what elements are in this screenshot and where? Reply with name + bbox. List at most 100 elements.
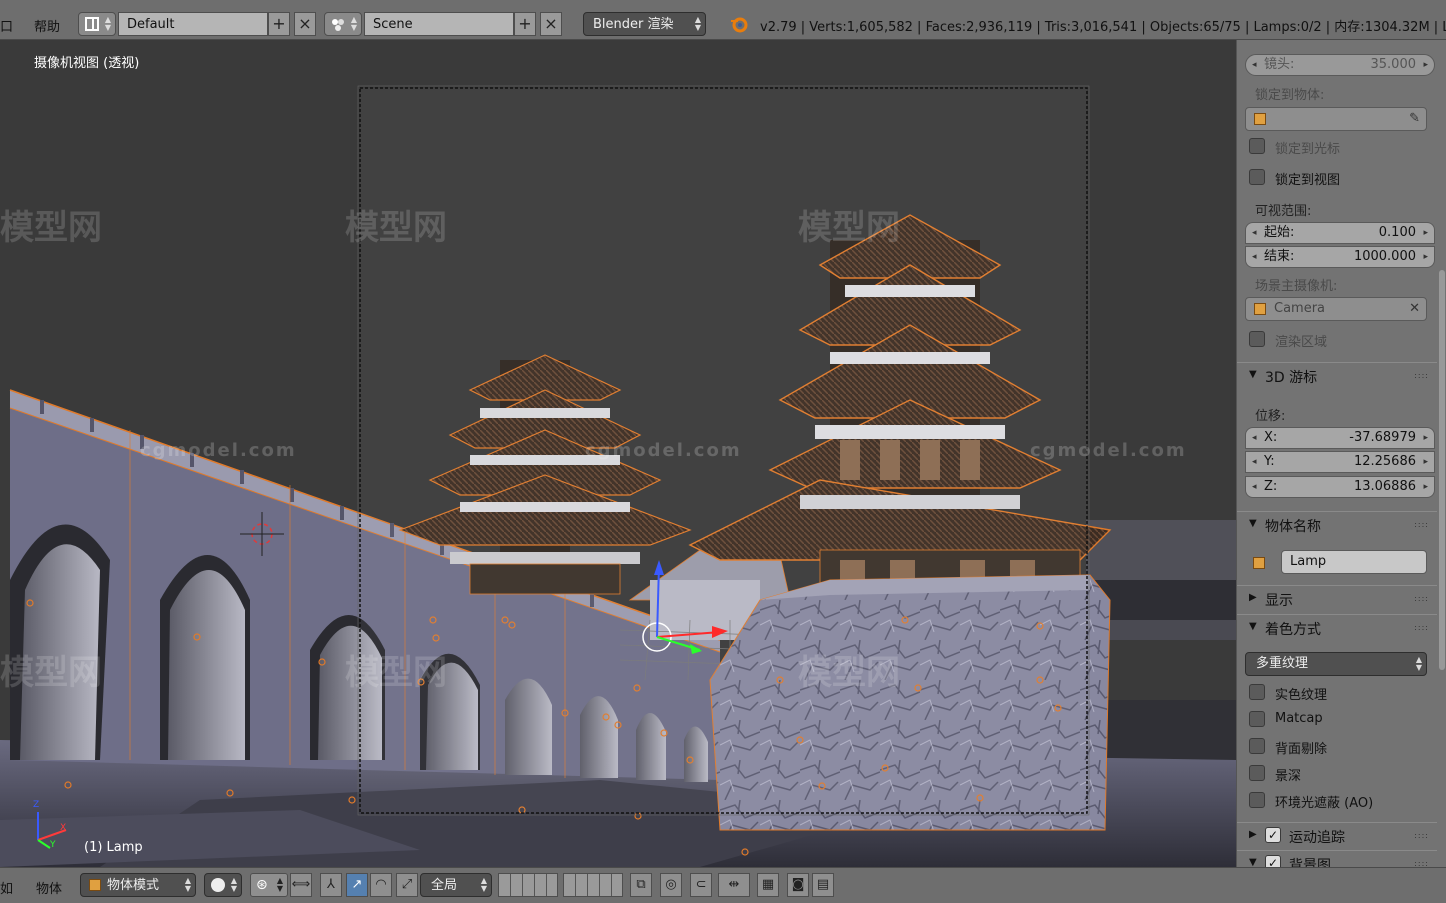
layers-group-2[interactable] [563, 873, 623, 897]
dof-label: 景深 [1275, 769, 1302, 784]
scene-statistics: v2.79 | Verts:1,605,582 | Faces:2,936,11… [760, 20, 1446, 35]
section-background-images[interactable]: ▼ ✓ 背景图 :::: [1237, 850, 1437, 867]
add-scene-icon[interactable]: + [514, 12, 536, 36]
scene-camera-label: 场景主摄像机: [1255, 279, 1338, 294]
watermark-url: cgmodel.com [585, 440, 742, 461]
render-engine-dropdown[interactable]: Blender 渲染 ▲ ▼ [583, 12, 706, 36]
location-label: 位移: [1255, 409, 1286, 424]
menu-view[interactable]: 如 [0, 878, 13, 897]
panel-scrollbar[interactable] [1439, 270, 1445, 670]
lock-object-field[interactable]: ✎ [1245, 107, 1427, 131]
snap-element-icon[interactable]: ⇹ [718, 873, 750, 897]
solid-texture-checkbox[interactable] [1249, 684, 1265, 700]
axis-label-z: Z [33, 800, 40, 810]
transform-orientation-dropdown[interactable]: 全局 ▲ ▼ [420, 873, 492, 897]
lock-view-checkbox[interactable] [1249, 169, 1265, 185]
scene-icon [331, 18, 345, 32]
clip-start-field[interactable]: ◂ 起始: 0.100 ▸ [1245, 222, 1435, 244]
cursor-y-field[interactable]: ◂ Y: 12.25686 ▸ [1245, 451, 1435, 473]
close-scene-icon[interactable]: × [540, 12, 562, 36]
render-border-checkbox[interactable] [1249, 331, 1265, 347]
section-object-name[interactable]: ▼ 物体名称 :::: [1237, 511, 1437, 537]
lock-cursor-label: 锁定到光标 [1275, 142, 1341, 157]
shading-mode-dropdown[interactable]: 多重纹理 ▲ ▼ [1245, 652, 1427, 676]
render-engine-label: Blender 渲染 [593, 17, 674, 32]
clip-end-field[interactable]: ◂ 结束: 1000.000 ▸ [1245, 246, 1435, 268]
watermark: 模型网 [345, 653, 447, 693]
object-mode-icon [89, 879, 101, 891]
rotate-icon[interactable]: ◠ [370, 873, 392, 897]
ao-label: 环境光遮蔽 (AO) [1275, 796, 1374, 811]
screen-layout-button[interactable]: ▲ ▼ [78, 12, 116, 36]
lock-to-object-label: 锁定到物体: [1255, 88, 1325, 103]
info-header: 口 帮助 ▲ ▼ Default + × ▲ ▼ Scene + × Blender… [0, 0, 1446, 40]
blender-logo-icon [730, 15, 748, 37]
motion-tracking-checkbox[interactable]: ✓ [1265, 827, 1281, 843]
lock-cursor-checkbox[interactable] [1249, 138, 1265, 154]
screen-layout-icon [85, 17, 99, 31]
3d-viewport[interactable]: 模型网 模型网 模型网 模型网 模型网 模型网 cgmodel.com cgmo… [0, 40, 1236, 867]
eyedropper-icon[interactable]: ✎ [1409, 108, 1420, 130]
render-icon[interactable]: ▦ [757, 873, 779, 897]
cursor-z-field[interactable]: ◂ Z: 13.06886 ▸ [1245, 476, 1435, 498]
menu-help[interactable]: 帮助 [34, 16, 60, 35]
scene-button[interactable]: ▲ ▼ [324, 12, 362, 36]
render-border-label: 渲染区域 [1275, 335, 1328, 350]
menu-window[interactable]: 口 [0, 16, 13, 35]
proportional-edit-icon[interactable]: ◎ [660, 873, 682, 897]
section-shading[interactable]: ▼ 着色方式 :::: [1237, 614, 1437, 640]
lock-view-label: 锁定到视图 [1275, 173, 1341, 188]
background-images-checkbox[interactable]: ✓ [1265, 855, 1281, 867]
solid-texture-label: 实色纹理 [1275, 688, 1328, 703]
object-data-icon [1253, 557, 1265, 569]
watermark: 模型网 [0, 653, 102, 693]
backface-label: 背面剔除 [1275, 742, 1328, 757]
watermark: 模型网 [798, 653, 900, 693]
viewport-shading-icon[interactable]: ▲ ▼ [204, 873, 242, 897]
axis-label-x: X [60, 823, 67, 833]
axis-label-y: Y [50, 840, 56, 850]
object-name-input[interactable]: Lamp [1281, 550, 1427, 574]
cursor-x-field[interactable]: ◂ X: -37.68979 ▸ [1245, 427, 1435, 449]
section-display[interactable]: ▶ 显示 :::: [1237, 585, 1437, 611]
view-label: 摄像机视图 (透视) [34, 56, 140, 71]
watermark: 模型网 [798, 208, 900, 248]
watermark-url: cgmodel.com [1030, 440, 1187, 461]
watermark: 模型网 [0, 208, 102, 248]
clip-label: 可视范围: [1255, 204, 1312, 219]
section-motion-tracking[interactable]: ▶ ✓ 运动追踪 :::: [1237, 822, 1437, 848]
drag-grip-icon[interactable]: :::: [1414, 371, 1429, 380]
translate-icon[interactable]: ↗ [346, 873, 368, 897]
viewport-header: 如 物体 物体模式 ▲ ▼ ▲ ▼ ⊛ ▲ ▼ ⟺ ⅄ ↗ ◠ ⤢ 全局 ▲ ▼ ⧉ ◎… [0, 867, 1446, 903]
clear-icon[interactable]: ✕ [1409, 298, 1420, 320]
section-3d-cursor[interactable]: ▼ 3D 游标 :::: [1237, 362, 1437, 388]
pivot-icon[interactable]: ⊛ ▲ ▼ [250, 873, 288, 897]
scale-icon[interactable]: ⤢ [396, 873, 418, 897]
add-icon[interactable]: + [268, 12, 290, 36]
watermark-url: cgmodel.com [140, 440, 297, 461]
layers-group-1[interactable] [498, 873, 558, 897]
menu-object[interactable]: 物体 [36, 878, 62, 897]
ao-checkbox[interactable] [1249, 792, 1265, 808]
scene-name-field[interactable]: Scene [364, 12, 514, 36]
lens-field[interactable]: ◂ 镜头: 35.000 ▸ [1245, 54, 1435, 76]
matcap-label: Matcap [1275, 711, 1323, 726]
backface-checkbox[interactable] [1249, 738, 1265, 754]
object-icon [1254, 113, 1266, 125]
close-icon[interactable]: × [294, 12, 316, 36]
camera-object-icon [1254, 303, 1266, 315]
layout-name-field[interactable]: Default [118, 12, 268, 36]
collapse-icon: ▼ [1249, 369, 1257, 380]
manipulator-toggle-icon[interactable]: ⟺ [290, 873, 312, 897]
manipulator-icon[interactable]: ⅄ [320, 873, 342, 897]
properties-panel: ◂ 镜头: 35.000 ▸ 锁定到物体: ✎ 锁定到光标 锁定到视图 可视范围… [1236, 40, 1446, 867]
clapper-icon[interactable]: ▤ [812, 873, 834, 897]
snap-icon[interactable]: ⊂ [690, 873, 712, 897]
mode-dropdown[interactable]: 物体模式 ▲ ▼ [80, 873, 196, 897]
scene-camera-field[interactable]: Camera ✕ [1245, 297, 1427, 321]
watermark: 模型网 [345, 208, 447, 248]
dof-checkbox[interactable] [1249, 765, 1265, 781]
camera-icon[interactable]: ◙ [787, 873, 809, 897]
lock-camera-icon[interactable]: ⧉ [630, 873, 652, 897]
matcap-checkbox[interactable] [1249, 711, 1265, 727]
